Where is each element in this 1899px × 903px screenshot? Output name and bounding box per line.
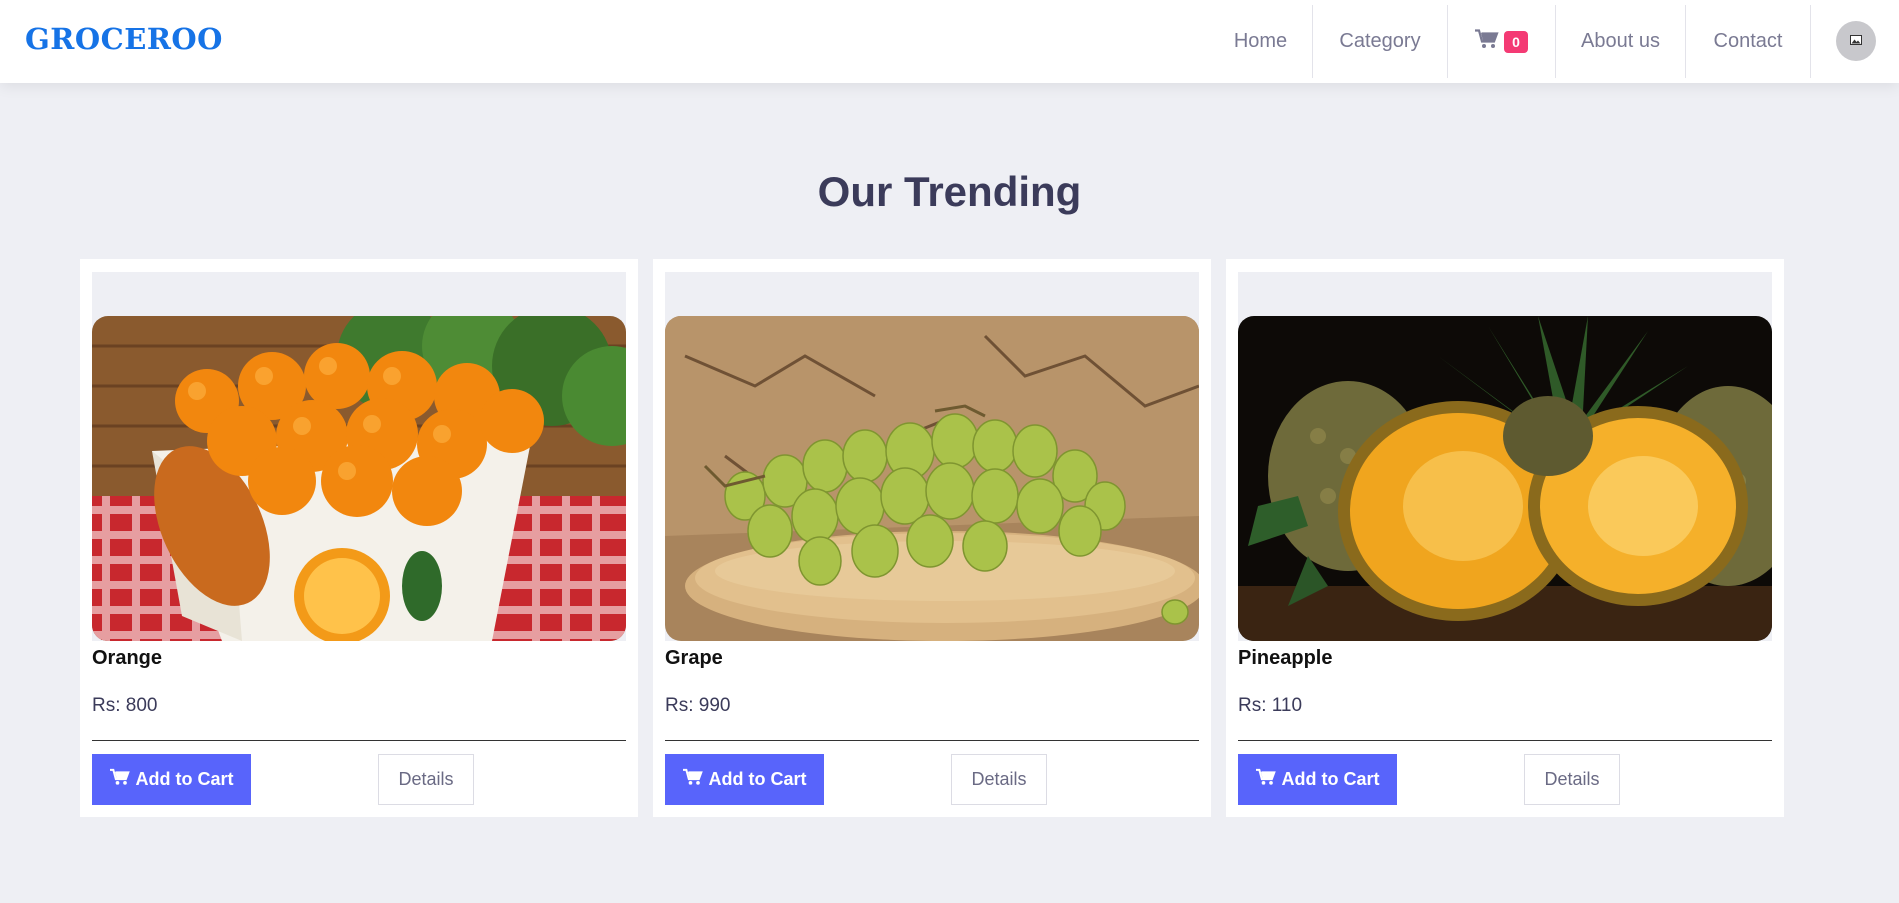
add-to-cart-button[interactable]: Add to Cart: [1238, 754, 1397, 805]
product-image-area: [665, 272, 1199, 641]
product-price: Rs: 990: [665, 695, 731, 716]
add-to-cart-button[interactable]: Add to Cart: [665, 754, 824, 805]
details-button[interactable]: Details: [378, 754, 474, 805]
product-card: Orange Rs: 800 Add to Cart Details: [80, 259, 638, 817]
nav-home-label: Home: [1233, 30, 1288, 52]
product-image-area: [92, 272, 626, 641]
card-divider: [665, 740, 1199, 741]
cart-icon: [109, 768, 130, 791]
cart-icon: [1475, 28, 1499, 55]
nav-about-label: About us: [1581, 30, 1660, 52]
card-divider: [92, 740, 626, 741]
nav-category-label: Category: [1339, 30, 1421, 52]
nav-home[interactable]: Home: [1209, 5, 1313, 78]
product-card: Grape Rs: 990 Add to Cart Details: [653, 259, 1211, 817]
add-to-cart-button[interactable]: Add to Cart: [92, 754, 251, 805]
product-price: Rs: 800: [92, 695, 158, 716]
nav-contact[interactable]: Contact: [1686, 5, 1811, 78]
cart-icon: [1255, 768, 1276, 791]
product-name: Grape: [665, 647, 723, 669]
nav-cart[interactable]: 0: [1448, 5, 1556, 78]
section-title: Our Trending: [817, 168, 1082, 215]
avatar[interactable]: [1836, 21, 1876, 61]
brand-logo[interactable]: GROCEROO: [25, 22, 223, 56]
add-to-cart-label: Add to Cart: [135, 769, 234, 789]
product-image-area: [1238, 272, 1772, 641]
cart-icon: [682, 768, 703, 791]
details-button[interactable]: Details: [951, 754, 1047, 805]
cart-count-badge: 0: [1504, 30, 1528, 53]
navbar: GROCEROO Home Category 0 About us Contac…: [0, 0, 1899, 83]
nav-contact-label: Contact: [1713, 30, 1783, 52]
nav-about[interactable]: About us: [1556, 5, 1686, 78]
product-image[interactable]: [1238, 316, 1772, 641]
avatar-image-icon: [1850, 32, 1862, 50]
product-price: Rs: 110: [1238, 695, 1303, 716]
product-image[interactable]: [92, 316, 626, 641]
nav-category[interactable]: Category: [1313, 5, 1448, 78]
product-name: Orange: [92, 647, 163, 669]
card-divider: [1238, 740, 1772, 741]
product-card: Pineapple Rs: 110 Add to Cart Details: [1226, 259, 1784, 817]
details-button[interactable]: Details: [1524, 754, 1620, 805]
product-name: Pineapple: [1238, 647, 1333, 669]
add-to-cart-label: Add to Cart: [1281, 769, 1380, 789]
add-to-cart-label: Add to Cart: [708, 769, 807, 789]
product-image[interactable]: [665, 316, 1199, 641]
